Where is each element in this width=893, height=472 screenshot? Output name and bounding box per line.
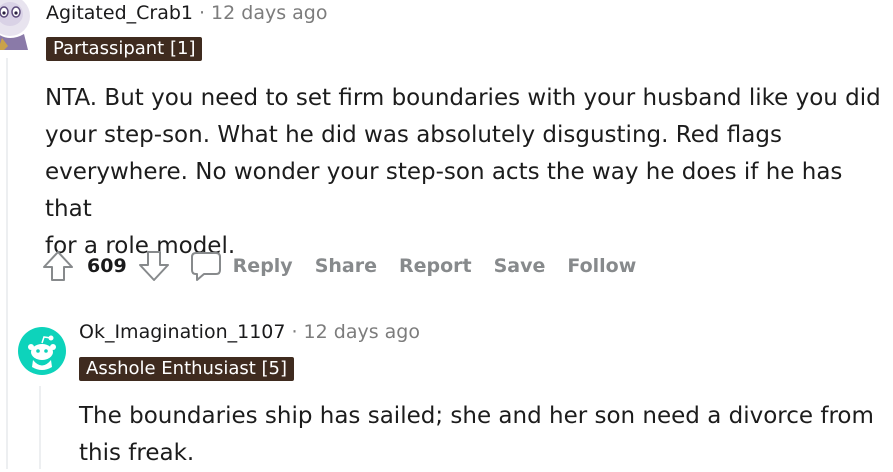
flair-badge: Asshole Enthusiast [5] <box>79 357 295 381</box>
flair-badge: Partassipant [1] <box>46 37 203 61</box>
comment-icon[interactable] <box>189 249 223 283</box>
comment-header: Agitated_Crab1 · 12 days ago <box>46 2 327 24</box>
separator-dot: · <box>199 2 206 24</box>
thread-line[interactable] <box>6 58 8 469</box>
separator-dot: · <box>291 321 298 343</box>
downvote-icon[interactable] <box>137 249 171 283</box>
comment-line: everywhere. No wonder your step-son acts… <box>45 159 843 222</box>
action-bar: 609 Reply Share Report Save Follow <box>41 248 636 284</box>
user-flair: Partassipant [1] <box>46 37 203 61</box>
comment-line: NTA. But you need to set firm boundaries… <box>45 85 881 111</box>
thread-line-child[interactable] <box>39 386 41 469</box>
snoo-avatar-icon[interactable] <box>18 327 66 375</box>
user-flair: Asshole Enthusiast [5] <box>79 357 295 381</box>
share-button[interactable]: Share <box>315 255 377 277</box>
timestamp[interactable]: 12 days ago <box>304 321 420 343</box>
comment-line: The boundaries ship has sailed; she and … <box>79 403 874 429</box>
save-button[interactable]: Save <box>494 255 546 277</box>
comment-header: Ok_Imagination_1107 · 12 days ago <box>79 321 420 343</box>
username[interactable]: Ok_Imagination_1107 <box>79 321 286 343</box>
upvote-icon[interactable] <box>41 249 75 283</box>
timestamp[interactable]: 12 days ago <box>211 2 327 24</box>
report-button[interactable]: Report <box>399 255 472 277</box>
comment-line: this freak. <box>79 440 195 466</box>
username[interactable]: Agitated_Crab1 <box>46 2 193 24</box>
follow-button[interactable]: Follow <box>567 255 636 277</box>
comment-body: NTA. But you need to set firm boundaries… <box>45 80 893 265</box>
comment-body: The boundaries ship has sailed; she and … <box>79 398 893 472</box>
vote-count: 609 <box>87 255 127 277</box>
reply-button[interactable]: Reply <box>233 255 293 277</box>
avatar-icon[interactable] <box>0 0 34 50</box>
comment-line: your step-son. What he did was absolutel… <box>45 122 782 148</box>
